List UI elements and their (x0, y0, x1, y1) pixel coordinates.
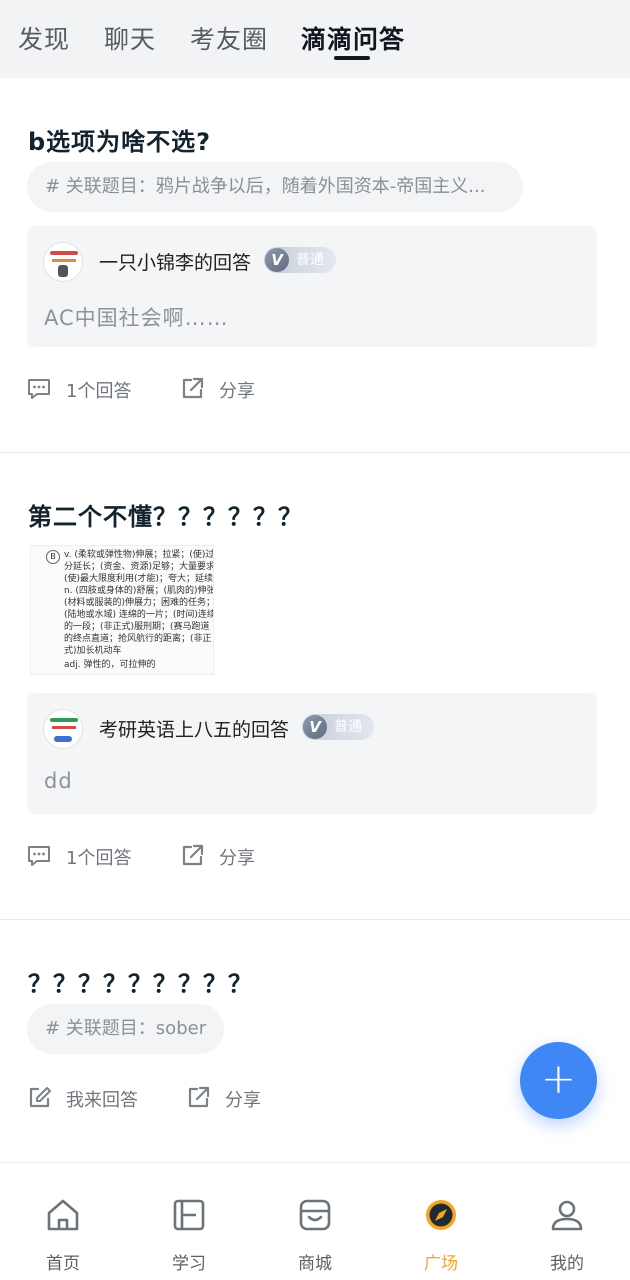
option-letter: B (46, 550, 60, 564)
comment-icon (28, 379, 50, 399)
nav-profile[interactable]: 我的 (504, 1163, 630, 1280)
v-icon: V (303, 715, 327, 739)
answer-question-label: 我来回答 (66, 1090, 138, 1111)
answer-author: 考研英语上八五的回答 (99, 719, 290, 741)
related-question-tag[interactable]: # 关联题目：鸦片战争以后，随着外国资本-帝国主义... (27, 162, 523, 212)
image-text-line: n. (四肢或身体的)舒展；(肌肉的)伸张； (64, 586, 214, 596)
edit-icon (29, 1087, 51, 1108)
answer-author: 一只小锦李的回答 (99, 252, 252, 274)
image-text-line: (使)最大限度利用(才能)；夸大；延续 (64, 574, 214, 584)
nav-label: 首页 (46, 1254, 80, 1274)
nav-label: 广场 (424, 1254, 458, 1274)
image-text-line: 式)加长机动车 (64, 646, 122, 656)
profile-icon (551, 1200, 583, 1231)
tab-chat[interactable]: 聊天 (104, 20, 156, 56)
nav-home[interactable]: 首页 (0, 1163, 126, 1280)
compass-icon (426, 1200, 456, 1230)
share-icon (182, 844, 204, 866)
nav-shop[interactable]: 商城 (252, 1163, 378, 1280)
nav-label: 学习 (172, 1254, 206, 1274)
ask-question-fab[interactable]: + (520, 1042, 597, 1119)
nav-label: 我的 (550, 1254, 584, 1274)
image-text-line: adj. 弹性的，可拉伸的 (64, 660, 156, 670)
member-badge: V 普通 (302, 714, 374, 740)
comment-icon (28, 846, 50, 866)
tab-moments[interactable]: 考友圈 (190, 20, 268, 56)
study-icon (173, 1199, 205, 1231)
active-tab-indicator (334, 56, 370, 60)
nav-study[interactable]: 学习 (126, 1163, 252, 1280)
nav-square[interactable]: 广场 (378, 1163, 504, 1280)
share-icon (188, 1086, 210, 1108)
image-text-line: 的终点直道；抢风航行的距离；(非正 (64, 634, 212, 644)
nav-label: 商城 (298, 1254, 332, 1274)
member-badge: V 普通 (264, 247, 336, 273)
shop-icon (299, 1199, 331, 1231)
answer-text: AC中国社会啊…… (44, 306, 229, 330)
top-tab-bar: 发现 聊天 考友圈 滴滴问答 (0, 0, 630, 78)
answer-preview[interactable]: 一只小锦李的回答 V 普通 AC中国社会啊…… (27, 226, 597, 347)
share-icon (182, 377, 204, 399)
answer-preview[interactable]: 考研英语上八五的回答 V 普通 dd (27, 693, 597, 814)
share-label: 分享 (225, 1090, 261, 1111)
image-text-line: (材料或服装的)伸展力；困难的任务； (64, 598, 214, 608)
tab-discover[interactable]: 发现 (18, 20, 70, 56)
avatar[interactable] (43, 709, 83, 749)
bottom-nav-bar: 首页 学习 商城 广场 我的 (0, 1162, 630, 1280)
answers-count-label: 1个回答 (66, 848, 132, 869)
answer-text: dd (44, 769, 73, 793)
question-card[interactable]: ？？？？？？？？？ # 关联题目：sober 我来回答 分享 (0, 920, 630, 1160)
badge-label: 普通 (334, 719, 362, 735)
image-text-line: v. (柔软或弹性物)伸展；拉紧；(使)过 (64, 550, 214, 560)
question-title[interactable]: ？？？？？？？？？ (28, 964, 253, 999)
related-question-tag[interactable]: # 关联题目：sober (27, 1004, 224, 1054)
image-text-line: 分延长；(资金、资源)足够；大量要求； (64, 562, 214, 572)
badge-label: 普通 (296, 252, 324, 268)
answers-count-label: 1个回答 (66, 381, 132, 402)
question-card[interactable]: 第二个不懂？？？？？？ B v. (柔软或弹性物)伸展；拉紧；(使)过 分延长；… (0, 453, 630, 919)
image-text-line: (陆地或水域) 连绵的一片；(时间)连续 (64, 610, 214, 620)
question-card[interactable]: b选项为啥不选? # 关联题目：鸦片战争以后，随着外国资本-帝国主义... 一只… (0, 78, 630, 452)
share-label: 分享 (219, 381, 255, 402)
v-icon: V (265, 248, 289, 272)
home-icon (47, 1199, 79, 1231)
tab-qa[interactable]: 滴滴问答 (301, 20, 405, 56)
question-image[interactable]: B v. (柔软或弹性物)伸展；拉紧；(使)过 分延长；(资金、资源)足够；大量… (30, 545, 214, 675)
image-text-line: 的一段；(非正式)服刑期；(赛马跑道 (64, 622, 210, 632)
plus-icon: + (540, 1054, 577, 1103)
avatar[interactable] (43, 242, 83, 282)
question-title[interactable]: b选项为啥不选? (28, 122, 211, 157)
question-title[interactable]: 第二个不懂？？？？？？ (28, 497, 303, 532)
share-label: 分享 (219, 848, 255, 869)
